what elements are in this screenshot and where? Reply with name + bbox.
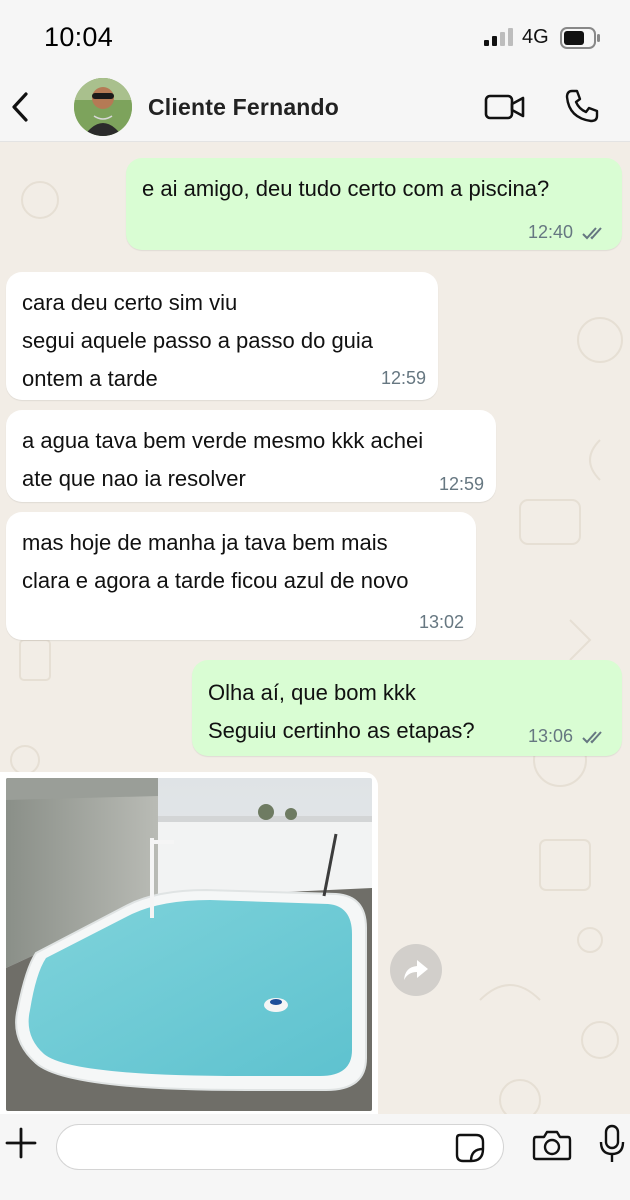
video-call-icon[interactable] xyxy=(484,92,526,122)
signal-icon xyxy=(484,28,513,46)
message-text: ontem a tarde xyxy=(22,366,158,391)
read-ticks-icon xyxy=(582,227,602,240)
chat-header: Cliente Fernando xyxy=(0,72,630,142)
message-outgoing[interactable]: e ai amigo, deu tudo certo com a piscina… xyxy=(126,158,622,250)
forward-button[interactable] xyxy=(390,944,442,996)
message-text: e ai amigo, deu tudo certo com a piscina… xyxy=(142,176,550,201)
image-message[interactable] xyxy=(0,772,378,1117)
battery-icon xyxy=(560,27,600,49)
network-type: 4G xyxy=(522,26,549,48)
message-outgoing[interactable]: Olha aí, que bom kkk Seguiu certinho as … xyxy=(192,660,622,756)
sticker-icon[interactable] xyxy=(454,1132,486,1164)
message-meta: 13:06 xyxy=(528,726,608,746)
message-time: 12:40 xyxy=(527,222,573,242)
plus-icon[interactable] xyxy=(4,1126,38,1160)
message-time: 12:59 xyxy=(380,368,426,388)
message-incoming[interactable]: mas hoje de manha ja tava bem mais clara… xyxy=(6,512,476,640)
message-time: 13:06 xyxy=(527,726,573,746)
status-bar: 10:04 4G xyxy=(0,0,630,72)
message-text: segui aquele passo a passo do guia xyxy=(22,328,374,353)
message-input[interactable] xyxy=(56,1124,504,1170)
message-text: ate que nao ia resolver xyxy=(22,466,246,491)
avatar-image xyxy=(74,78,132,136)
pool-photo xyxy=(6,778,372,1111)
contact-name[interactable]: Cliente Fernando xyxy=(148,94,339,121)
avatar[interactable] xyxy=(74,78,132,136)
back-icon[interactable] xyxy=(6,88,34,126)
message-text: Olha aí, que bom kkk xyxy=(208,680,416,705)
message-incoming[interactable]: a agua tava bem verde mesmo kkk achei at… xyxy=(6,410,496,502)
camera-icon[interactable] xyxy=(532,1128,572,1162)
message-text: a agua tava bem verde mesmo kkk achei xyxy=(22,428,424,453)
message-text: mas hoje de manha ja tava bem mais xyxy=(22,530,388,555)
message-meta: 12:40 xyxy=(528,222,608,242)
read-ticks-icon xyxy=(582,731,602,744)
mic-icon[interactable] xyxy=(598,1124,626,1164)
input-bar xyxy=(0,1114,630,1200)
message-time: 12:59 xyxy=(438,474,484,494)
message-text: cara deu certo sim viu xyxy=(22,290,238,315)
phone-icon[interactable] xyxy=(564,88,600,124)
message-incoming[interactable]: cara deu certo sim viu segui aquele pass… xyxy=(6,272,438,400)
message-text: clara e agora a tarde ficou azul de novo xyxy=(22,568,409,593)
status-time: 10:04 xyxy=(44,22,114,52)
forward-icon xyxy=(404,960,428,980)
message-time: 13:02 xyxy=(418,612,464,632)
